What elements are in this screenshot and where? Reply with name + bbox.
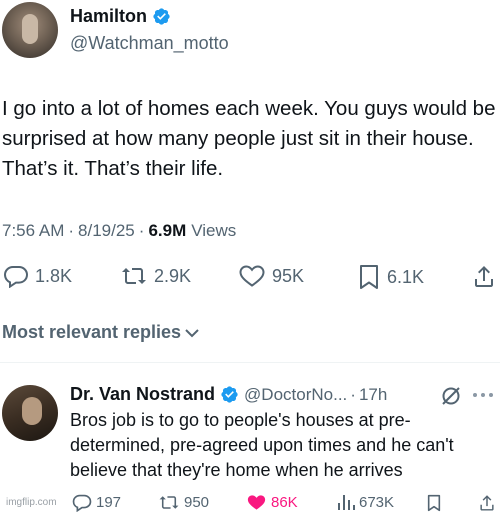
grok-icon	[440, 385, 462, 407]
more-options-button[interactable]	[471, 386, 495, 404]
reply-repost-count: 950	[184, 494, 210, 511]
views-count: 6.9M	[148, 221, 187, 240]
tweet-text: I go into a lot of homes each week. You …	[2, 97, 496, 180]
tweet-meta: 7:56 AM · 8/19/25 · 6.9M Views	[2, 221, 236, 241]
bookmark-icon	[426, 494, 442, 512]
verified-badge-icon	[152, 7, 171, 26]
reply-views-button[interactable]: 673K	[337, 493, 394, 511]
reply-reply-count: 197	[96, 494, 122, 511]
bookmark-icon	[357, 264, 381, 290]
author-avatar[interactable]	[2, 2, 58, 58]
like-button[interactable]: 95K	[238, 264, 304, 288]
views-label: Views	[191, 221, 237, 240]
reply-like-button[interactable]: 86K	[246, 493, 298, 512]
repost-count: 2.9K	[154, 265, 192, 286]
reply-reply-button[interactable]: 197	[72, 493, 121, 512]
watermark: imgflip.com	[6, 497, 57, 508]
heart-filled-icon	[246, 493, 267, 512]
reply-count: 1.8K	[35, 265, 73, 286]
tweet-time[interactable]: 7:56 AM	[2, 221, 64, 241]
repost-icon	[120, 264, 148, 288]
analytics-icon	[337, 493, 355, 511]
reply-button[interactable]: 1.8K	[3, 264, 72, 288]
reply-author-name[interactable]: Dr. Van Nostrand	[70, 384, 215, 405]
chevron-down-icon	[185, 328, 199, 338]
share-icon	[478, 493, 496, 512]
repost-icon	[158, 493, 180, 512]
reply-author-avatar[interactable]	[2, 385, 58, 441]
reply-bookmark-button[interactable]	[426, 494, 442, 512]
verified-badge-icon	[220, 385, 239, 404]
reply-views-count: 673K	[359, 493, 395, 511]
meta-separator: ·	[350, 384, 356, 404]
author-name[interactable]: Hamilton	[70, 6, 147, 27]
author-handle[interactable]: @Watchman_motto	[70, 33, 229, 54]
grok-button[interactable]	[440, 385, 462, 407]
meta-separator: ·	[138, 221, 145, 240]
heart-icon	[238, 264, 266, 288]
reply-author-handle[interactable]: @DoctorNo...	[244, 385, 347, 405]
repost-button[interactable]: 2.9K	[120, 264, 191, 288]
meta-separator: ·	[68, 221, 75, 240]
reply-share-button[interactable]	[478, 493, 496, 512]
share-button[interactable]	[472, 263, 496, 289]
bookmark-button[interactable]: 6.1K	[357, 264, 424, 290]
reply-text: Bros job is to go to people's houses at …	[70, 410, 454, 480]
like-count: 95K	[272, 265, 305, 286]
reply-repost-button[interactable]: 950	[158, 493, 209, 512]
tweet-date[interactable]: 8/19/25	[78, 221, 135, 241]
bookmark-count: 6.1K	[387, 266, 425, 287]
reply-time[interactable]: 17h	[359, 385, 387, 405]
replies-header-label: Most relevant replies	[2, 322, 182, 342]
replies-sort-toggle[interactable]: Most relevant replies	[2, 322, 199, 343]
reply-like-count: 86K	[271, 494, 298, 511]
reply-icon	[3, 264, 29, 288]
share-icon	[472, 263, 496, 289]
divider	[0, 362, 500, 363]
more-icon	[471, 386, 495, 404]
reply-icon	[72, 493, 92, 512]
